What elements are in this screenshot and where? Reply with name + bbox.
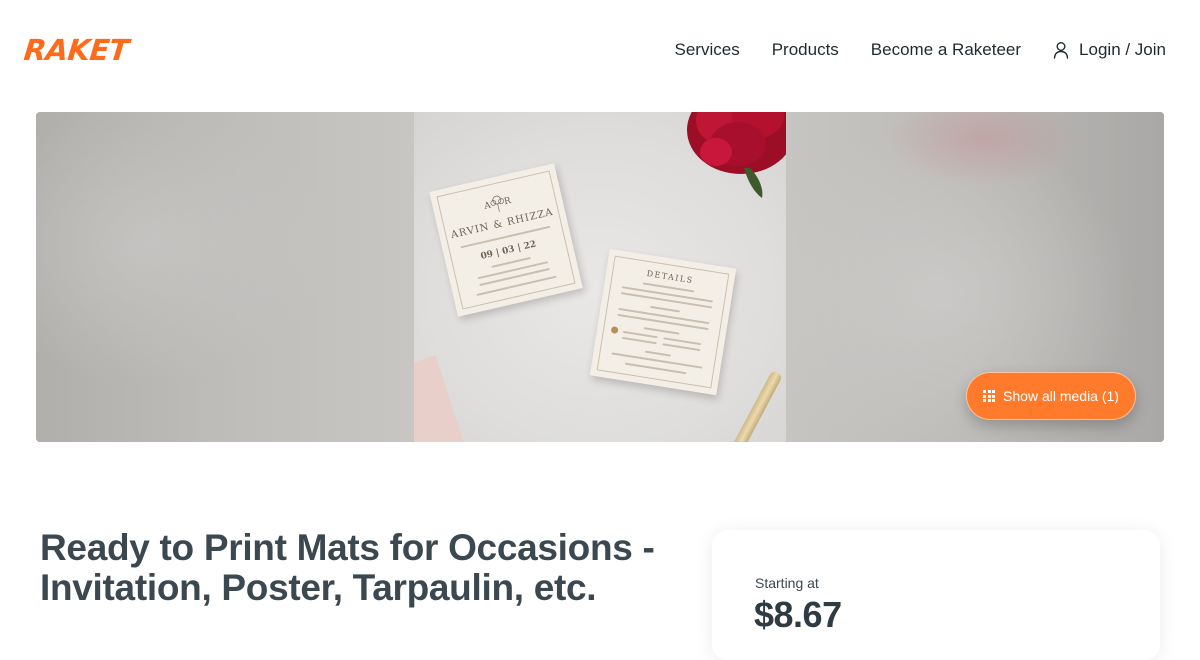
product-photo[interactable]: AR ARVIN & RHIZZA 09 | 03 | 22 DETAILS (414, 112, 787, 442)
listing-title: Ready to Print Mats for Occasions - Invi… (40, 527, 655, 608)
media-gallery[interactable]: AR ARVIN & RHIZZA 09 | 03 | 22 DETAILS S… (36, 112, 1164, 442)
pink-paper-decor (414, 355, 470, 442)
starting-at-label: Starting at (755, 575, 819, 591)
login-join-link[interactable]: Login / Join (1053, 38, 1166, 62)
main-nav: Services Products Become a Raketeer Logi… (675, 37, 1166, 63)
show-all-media-label: Show all media (1) (1003, 388, 1119, 404)
gallery-blur-left (36, 112, 414, 442)
invitation-card: AR ARVIN & RHIZZA 09 | 03 | 22 (429, 163, 583, 317)
nav-services[interactable]: Services (675, 38, 740, 62)
nav-become-raketeer[interactable]: Become a Raketeer (871, 38, 1021, 62)
nav-products[interactable]: Products (772, 38, 839, 62)
user-icon (1053, 42, 1069, 59)
price-card: Starting at $8.67 (712, 530, 1160, 660)
show-all-media-button[interactable]: Show all media (1) (966, 372, 1136, 420)
details-card: DETAILS (589, 248, 737, 396)
red-flower-decor (687, 112, 787, 198)
login-label: Login / Join (1079, 40, 1166, 59)
grid-icon (983, 390, 996, 402)
site-header: RAKET Services Products Become a Raketee… (0, 0, 1200, 100)
gold-pen-decor (720, 369, 784, 442)
raket-logo[interactable]: RAKET (22, 33, 130, 67)
